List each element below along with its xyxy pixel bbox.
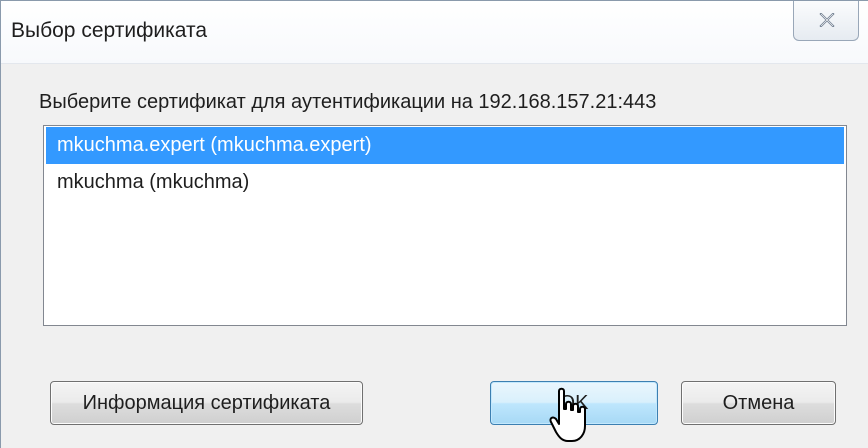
certificate-dialog: Выбор сертификата Выберите сертификат дл… (0, 0, 868, 448)
prompt-text: Выберите сертификат для аутентификации н… (39, 91, 657, 113)
certificate-item[interactable]: mkuchma (mkuchma) (46, 164, 844, 201)
certificate-info-button[interactable]: Информация сертификата (50, 381, 363, 425)
certificate-list[interactable]: mkuchma.expert (mkuchma.expert) mkuchma … (43, 125, 847, 326)
cancel-button[interactable]: Отмена (681, 381, 836, 425)
certificate-item[interactable]: mkuchma.expert (mkuchma.expert) (46, 127, 844, 164)
close-icon (819, 13, 835, 27)
dialog-title: Выбор сертификата (11, 19, 208, 42)
title-bar: Выбор сертификата (1, 1, 868, 64)
close-button[interactable] (793, 1, 859, 41)
ok-button[interactable]: OK (490, 381, 658, 425)
